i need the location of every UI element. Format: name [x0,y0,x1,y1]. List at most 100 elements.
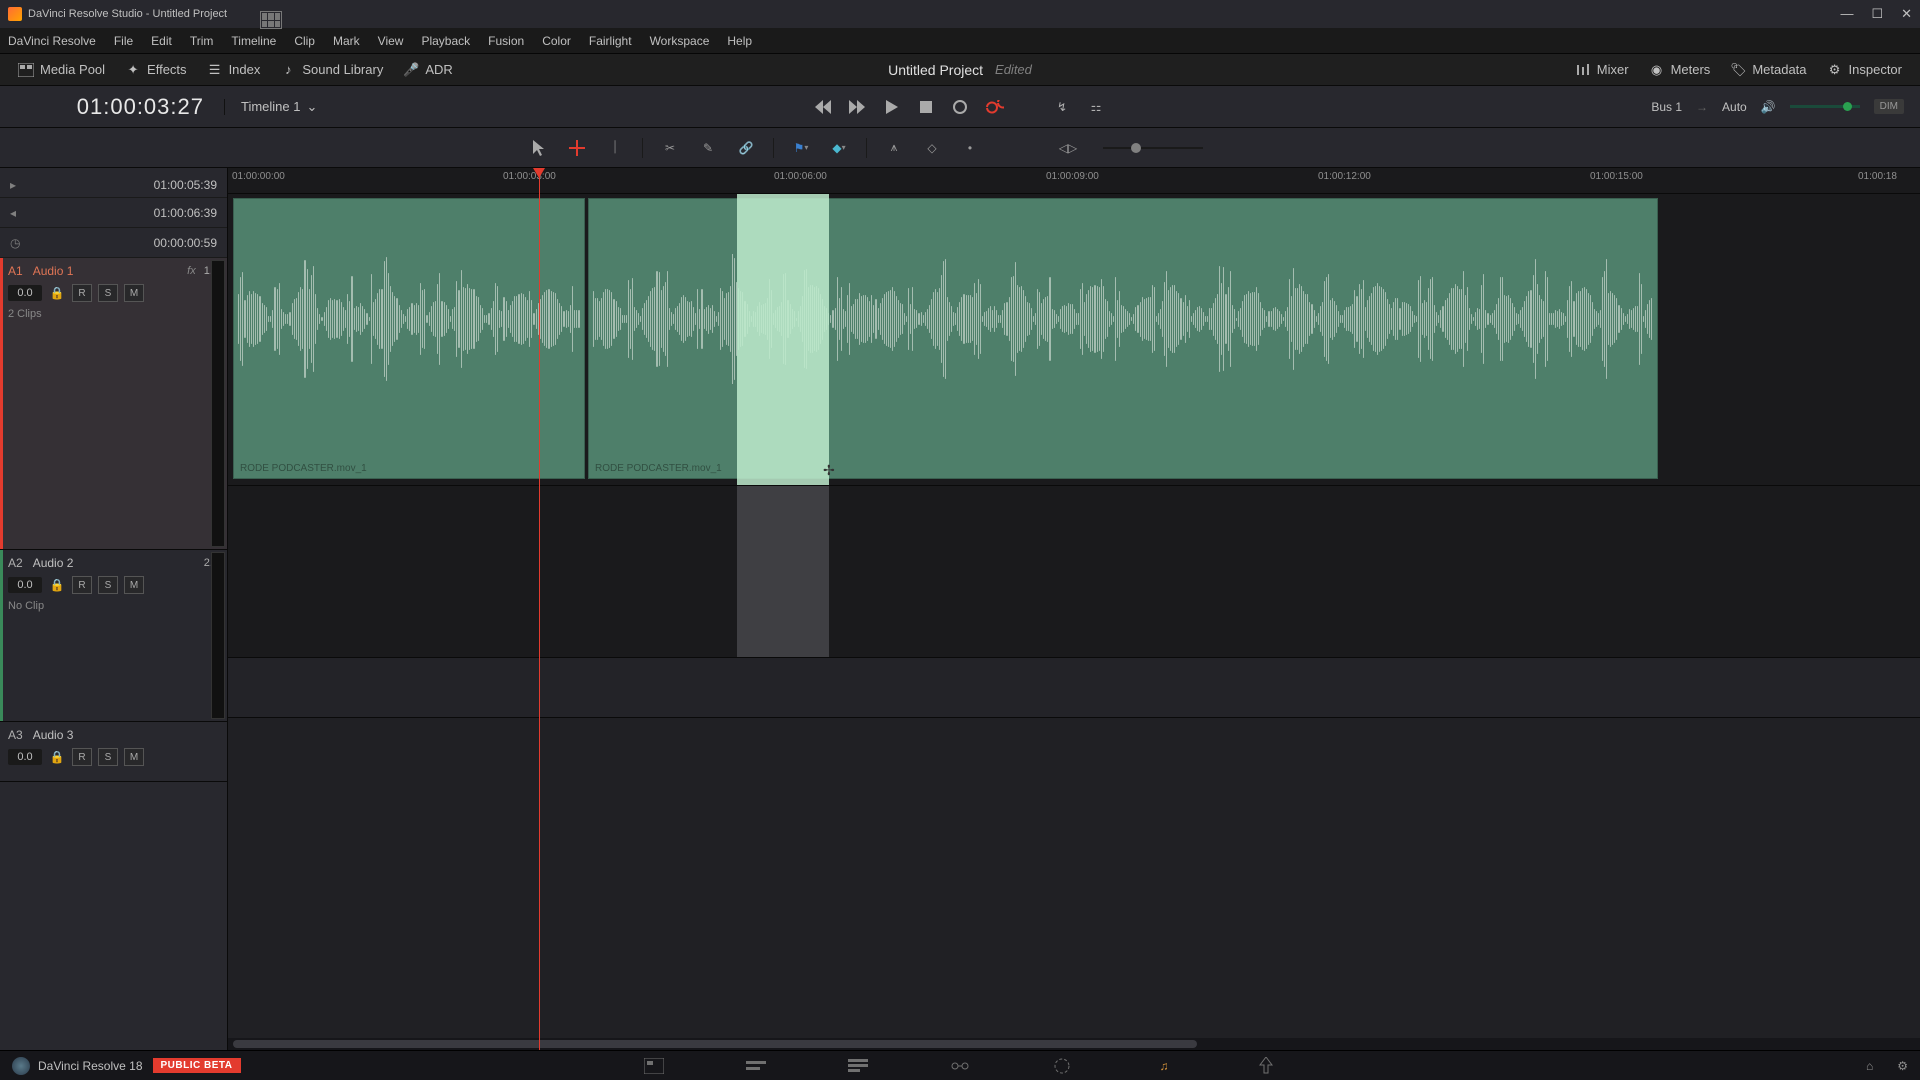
selection-tool[interactable] [526,135,552,161]
forward-button[interactable] [848,97,868,117]
track-header-a2[interactable]: A2 Audio 2 2.0 0.0 🔒 R S M No Clip [0,550,227,722]
marker-button[interactable]: ◆▾ [826,135,852,161]
horizontal-scrollbar[interactable] [228,1038,1920,1050]
home-button[interactable]: ⌂ [1866,1059,1873,1073]
timeline-area[interactable]: 01:00:00:00 01:00:03:00 01:00:06:00 01:0… [228,168,1920,1050]
timeline-view-options[interactable] [260,0,302,40]
mute-button[interactable]: M [124,576,144,594]
cut-page-button[interactable] [745,1055,767,1077]
dim-button[interactable]: DIM [1874,99,1904,114]
menu-workspace[interactable]: Workspace [650,34,710,48]
track-color-stripe [0,550,3,721]
duration-timecode-row[interactable]: ◷00:00:00:59 [0,228,227,258]
flag-button[interactable]: ⚑▾ [788,135,814,161]
zoom-slider[interactable] [1103,147,1203,149]
track-name[interactable]: Audio 1 [33,264,74,278]
menu-color[interactable]: Color [542,34,571,48]
lock-icon[interactable]: 🔒 [48,284,66,302]
menu-playback[interactable]: Playback [421,34,470,48]
pencil-tool[interactable]: ✎ [695,135,721,161]
track-name[interactable]: Audio 3 [33,728,74,742]
fairlight-page-button[interactable]: ♫ [1153,1055,1175,1077]
menu-help[interactable]: Help [727,34,752,48]
monitor-volume-slider[interactable] [1790,105,1860,108]
snap-button[interactable]: ◇ [919,135,945,161]
rewind-button[interactable] [814,97,834,117]
loop-button[interactable] [984,97,1004,117]
arm-button[interactable]: R [72,284,92,302]
edit-page-button[interactable] [847,1055,869,1077]
range-selection[interactable] [737,486,829,657]
auto-label[interactable]: Auto [1722,100,1747,114]
link-tool[interactable]: 🔗 [733,135,759,161]
project-settings-button[interactable]: ⚙ [1897,1059,1908,1073]
speaker-icon[interactable]: 🔊 [1761,100,1776,114]
menu-view[interactable]: View [378,34,404,48]
inspector-toggle[interactable]: ⚙Inspector [1817,58,1912,82]
out-timecode-row[interactable]: ◂01:00:06:39 [0,198,227,228]
zoom-out-icon[interactable]: ◁▷ [1055,135,1081,161]
track-name[interactable]: Audio 2 [33,556,74,570]
range-tool[interactable] [564,135,590,161]
menu-edit[interactable]: Edit [151,34,172,48]
transient-tool[interactable]: ⩚ [881,135,907,161]
media-pool-toggle[interactable]: Media Pool [8,58,115,82]
track-volume[interactable]: 0.0 [8,749,42,765]
fusion-page-button[interactable] [949,1055,971,1077]
timeline-options-button[interactable]: ⚏ [1086,97,1106,117]
in-timecode-row[interactable]: ▸01:00:05:39 [0,168,227,198]
range-selection[interactable] [737,194,829,485]
color-page-button[interactable] [1051,1055,1073,1077]
deliver-page-button[interactable] [1255,1055,1277,1077]
metadata-toggle[interactable]: 🏷Metadata [1720,58,1816,82]
menu-mark[interactable]: Mark [333,34,360,48]
track-lane-a2[interactable] [228,486,1920,658]
solo-button[interactable]: S [98,748,118,766]
mixer-toggle[interactable]: Mixer [1565,58,1639,82]
arm-button[interactable]: R [72,576,92,594]
index-toggle[interactable]: ☰ Index [197,58,271,82]
meters-toggle[interactable]: ◉Meters [1639,58,1721,82]
bus-selector[interactable]: Bus 1 [1651,100,1682,114]
timeline-selector[interactable]: Timeline 1 ⌄ [224,99,333,115]
range-handle-icon[interactable]: ✢ [823,462,843,474]
more-button[interactable]: • [957,135,983,161]
playhead[interactable] [539,168,540,1050]
lock-icon[interactable]: 🔒 [48,576,66,594]
window-minimize-button[interactable]: — [1840,6,1853,22]
menu-trim[interactable]: Trim [190,34,214,48]
stop-button[interactable] [916,97,936,117]
automation-button[interactable]: ↯ [1052,97,1072,117]
track-header-a1[interactable]: A1 Audio 1 fx1.0 0.0 🔒 R S M 2 Clips [0,258,227,550]
mute-button[interactable]: M [124,748,144,766]
timeline-ruler[interactable]: 01:00:00:00 01:00:03:00 01:00:06:00 01:0… [228,168,1920,194]
audio-clip[interactable]: RODE PODCASTER.mov_1 [233,198,585,479]
record-button[interactable] [950,97,970,117]
media-page-button[interactable] [643,1055,665,1077]
effects-toggle[interactable]: ✦ Effects [115,58,197,82]
edit-tool[interactable]: ⏐ [602,135,628,161]
track-header-a3[interactable]: A3 Audio 3 0.0 🔒 R S M [0,722,227,782]
menu-fairlight[interactable]: Fairlight [589,34,632,48]
track-lane-a1[interactable]: RODE PODCASTER.mov_1 RODE PODCASTER.mov_… [228,194,1920,486]
sound-library-toggle[interactable]: ♪ Sound Library [270,58,393,82]
lock-icon[interactable]: 🔒 [48,748,66,766]
mute-button[interactable]: M [124,284,144,302]
menu-fusion[interactable]: Fusion [488,34,524,48]
play-button[interactable] [882,97,902,117]
scroll-thumb[interactable] [233,1040,1197,1048]
menu-davinci[interactable]: DaVinci Resolve [8,34,96,48]
window-maximize-button[interactable]: ☐ [1871,6,1883,22]
track-volume[interactable]: 0.0 [8,285,42,301]
app-icon [8,7,22,21]
arm-button[interactable]: R [72,748,92,766]
master-timecode[interactable]: 01:00:03:27 [0,94,224,120]
razor-tool[interactable]: ✂ [657,135,683,161]
window-close-button[interactable]: ✕ [1901,6,1912,22]
menu-file[interactable]: File [114,34,133,48]
track-lane-a3[interactable] [228,658,1920,718]
adr-toggle[interactable]: 🎤 ADR [393,58,462,82]
track-volume[interactable]: 0.0 [8,577,42,593]
solo-button[interactable]: S [98,284,118,302]
solo-button[interactable]: S [98,576,118,594]
